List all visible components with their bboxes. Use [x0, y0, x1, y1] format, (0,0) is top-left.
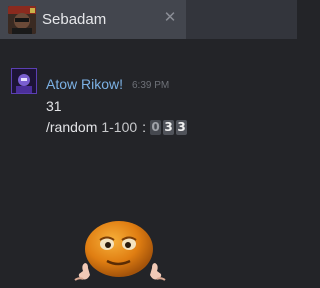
result-digit: 0 — [150, 119, 162, 135]
result-digit: 3 — [176, 119, 188, 135]
result-digit: 3 — [163, 119, 175, 135]
message-text: 31 — [46, 98, 62, 114]
message-timestamp: 6:39 PM — [132, 80, 170, 91]
command-separator: : — [142, 119, 147, 135]
command-range: 1-100 — [101, 119, 138, 135]
chat-window: Sebadam ✕ Atow Rikow! 6:39 PM 31 /random… — [0, 0, 297, 288]
tab-title: Sebadam — [42, 11, 107, 28]
tab-sebadam[interactable]: Sebadam ✕ — [0, 0, 186, 39]
random-command-result: /random 1-100 : 0 3 3 — [46, 119, 189, 135]
close-icon[interactable]: ✕ — [161, 9, 179, 27]
message-author[interactable]: Atow Rikow! — [46, 76, 123, 92]
command-name: /random — [46, 119, 98, 135]
tab-bar: Sebadam ✕ — [0, 0, 297, 39]
orange-smiley-emoji-icon — [71, 219, 171, 288]
profile-avatar-icon — [8, 6, 36, 34]
user-avatar-icon[interactable] — [11, 68, 37, 94]
